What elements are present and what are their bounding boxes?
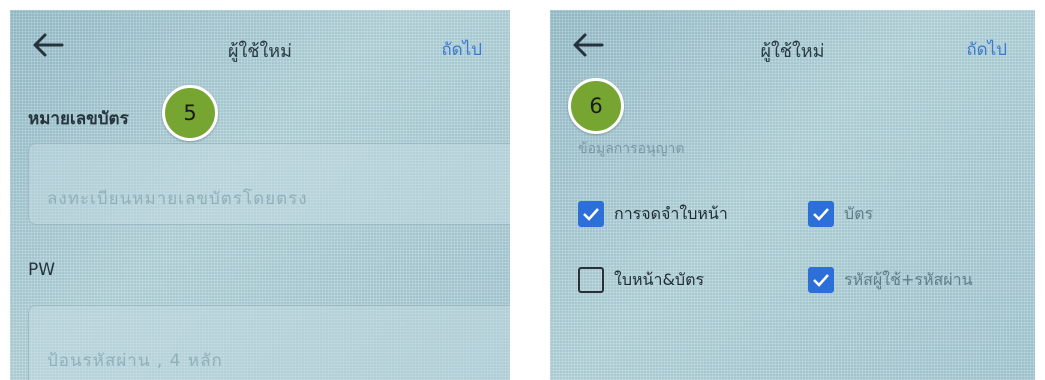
checkbox-unchecked[interactable]: [578, 267, 604, 293]
next-button[interactable]: ถัดไป: [441, 36, 482, 63]
header: ผู้ใช้ใหม่ ถัดไป: [550, 10, 1035, 80]
header: ผู้ใช้ใหม่ ถัดไป: [10, 10, 510, 80]
checkmark-icon: [583, 208, 599, 221]
page-title: ผู้ใช้ใหม่: [760, 41, 825, 62]
page-title: ผู้ใช้ใหม่: [227, 41, 293, 62]
checkbox-checked[interactable]: [808, 201, 834, 227]
next-button[interactable]: ถัดไป: [966, 36, 1007, 63]
card-number-input[interactable]: [28, 143, 510, 225]
step-badge: 6: [568, 78, 624, 134]
screen-new-user-step-6: ผู้ใช้ใหม่ ถัดไป 6 ข้อมูลการอนุญาต การจด…: [550, 10, 1035, 380]
permission-section-label: ข้อมูลการอนุญาต: [578, 141, 685, 157]
option-label: การจดจำใบหน้า: [614, 203, 728, 223]
option-face-recognition[interactable]: การจดจำใบหน้า: [578, 201, 728, 227]
option-label: บัตร: [844, 203, 874, 223]
checkbox-checked[interactable]: [578, 201, 604, 227]
option-face-and-card[interactable]: ใบหน้า&บัตร: [578, 267, 704, 293]
option-label: รหัสผู้ใช้+รหัสผ่าน: [844, 269, 973, 289]
option-userid-password[interactable]: รหัสผู้ใช้+รหัสผ่าน: [808, 267, 973, 293]
screen-new-user-step-5: ผู้ใช้ใหม่ ถัดไป หมายเลขบัตร 5 PW: [10, 10, 510, 380]
step-badge: 5: [162, 85, 218, 141]
card-number-label: หมายเลขบัตร: [28, 109, 129, 129]
password-input[interactable]: [28, 305, 510, 380]
option-card[interactable]: บัตร: [808, 201, 873, 227]
option-label: ใบหน้า&บัตร: [614, 269, 705, 289]
password-label: PW: [28, 260, 56, 280]
checkbox-checked[interactable]: [808, 267, 834, 293]
checkmark-icon: [813, 274, 829, 287]
checkmark-icon: [813, 208, 829, 221]
